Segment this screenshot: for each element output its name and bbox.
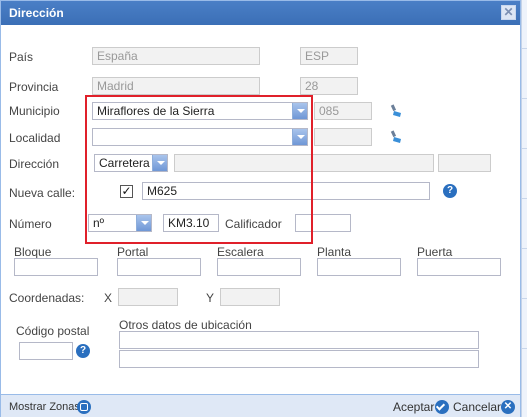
provincia-name-field: Madrid [92,77,260,95]
localidad-code-field [314,128,372,146]
escalera-label: Escalera [217,245,264,259]
pais-name-field: España [92,47,260,65]
direccion-extra-field [438,154,491,172]
cancel-icon[interactable]: ✕ [501,400,515,414]
broom-icon[interactable] [390,130,404,144]
broom-icon[interactable] [390,104,404,118]
mostrar-zonas-label[interactable]: Mostrar Zonas [9,401,80,413]
otros-datos-label: Otros datos de ubicación [119,318,252,332]
coord-y-label: Y [206,291,215,305]
coord-x-field [118,288,178,306]
zones-icon[interactable] [77,400,91,414]
pais-label: País [9,50,34,64]
puerta-label: Puerta [417,245,453,259]
cancel-button[interactable]: Cancelar [453,400,501,414]
numero-label: Número [9,217,52,231]
direccion-dialog: Dirección ✕ País España ESP Provincia Ma… [0,0,521,417]
dialog-footer: Mostrar Zonas Aceptar Cancelar ✕ [1,394,520,417]
portal-label: Portal [117,245,149,259]
help-icon[interactable]: ? [76,344,90,358]
municipio-code-field: 085 [314,102,372,120]
accept-icon[interactable] [435,400,449,414]
dialog-titlebar[interactable]: Dirección ✕ [1,1,520,25]
municipio-label: Municipio [9,104,60,118]
otros-datos-line1[interactable] [119,331,479,349]
planta-label: Planta [317,245,352,259]
escalera-input[interactable] [217,258,301,276]
nueva-calle-label: Nueva calle: [9,186,76,200]
help-icon[interactable]: ? [443,184,457,198]
close-icon[interactable]: ✕ [501,5,516,20]
localidad-label: Localidad [9,131,61,145]
coord-x-label: X [104,291,113,305]
dialog-title: Dirección [9,6,64,20]
highlight-box [85,95,313,244]
bloque-label: Bloque [14,245,52,259]
coordenadas-label: Coordenadas: [9,291,85,305]
direccion-label: Dirección [9,157,60,171]
background-window-edge [521,0,527,417]
accept-button[interactable]: Aceptar [393,400,434,414]
provincia-code-field: 28 [300,77,358,95]
otros-datos-line2[interactable] [119,350,479,368]
planta-input[interactable] [317,258,401,276]
portal-input[interactable] [117,258,201,276]
coord-y-field [220,288,280,306]
codigo-postal-input[interactable] [19,342,73,360]
puerta-input[interactable] [417,258,501,276]
provincia-label: Provincia [9,80,59,94]
bloque-input[interactable] [14,258,98,276]
codigo-postal-label: Código postal [16,324,90,338]
pais-code-field: ESP [300,47,358,65]
